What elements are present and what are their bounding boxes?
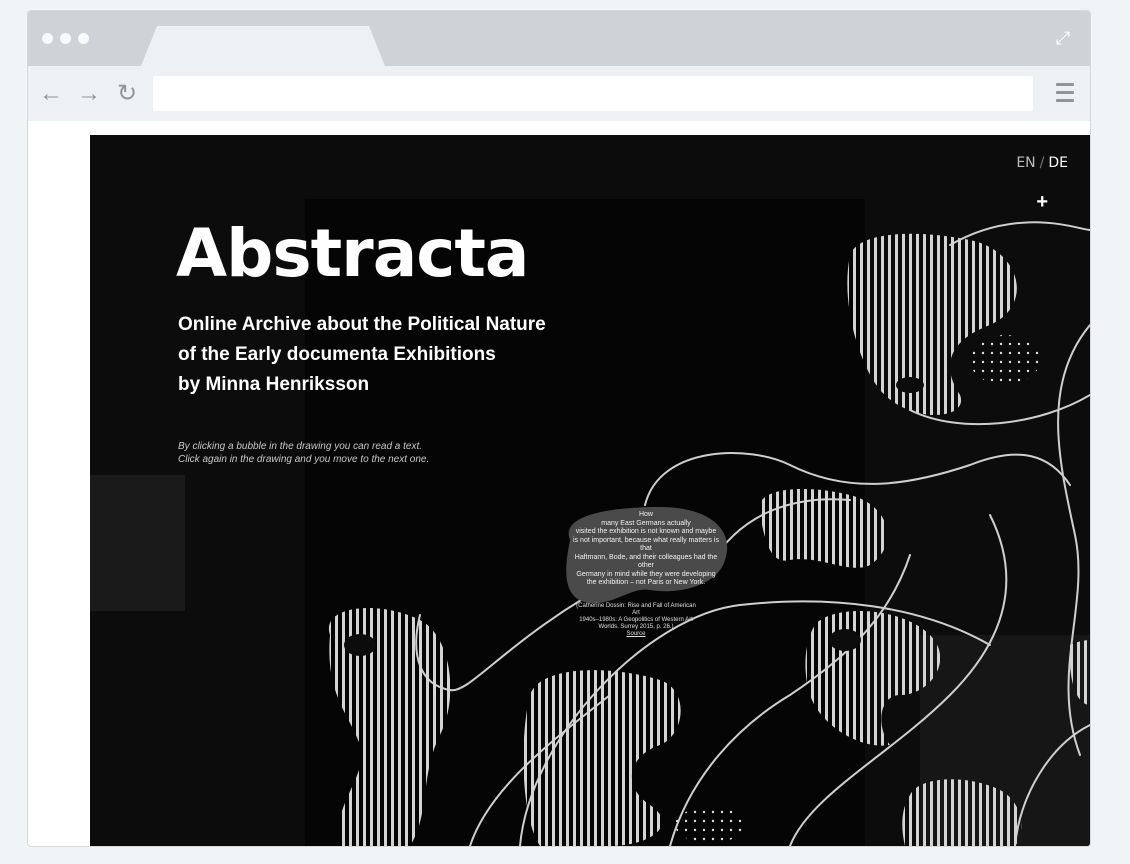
quote-line: the exhibition – not Paris or New York. <box>586 579 706 586</box>
dot-cluster-bottom <box>675 807 745 843</box>
citation-line: 1940s–1980s: A Geopolitics of Western Ar… <box>579 617 693 623</box>
language-switcher: EN / DE <box>1016 155 1068 171</box>
browser-tab[interactable] <box>141 26 385 66</box>
quote-line: Germany in mind while they were developi… <box>576 570 716 578</box>
address-bar[interactable] <box>153 76 1033 111</box>
bubble-top-right[interactable] <box>847 233 1017 415</box>
grey-panel <box>90 475 185 611</box>
subtitle-line: Online Archive about the Political Natur… <box>178 314 546 335</box>
browser-toolbar: ← → ↻ <box>28 66 1090 121</box>
dot-cluster <box>970 335 1040 385</box>
browser-window: ⤢ ← → ↻ EN / DE + Abstracta Online Archi… <box>27 10 1091 847</box>
tab-title <box>159 26 367 66</box>
instruction-line: Click again in the drawing and you move … <box>178 454 430 465</box>
subtitle-line: of the Early documenta Exhibitions <box>178 344 496 365</box>
reload-icon[interactable]: ↻ <box>112 79 142 109</box>
arrow-right-icon[interactable]: → <box>74 79 104 109</box>
quote-line: How <box>638 511 653 518</box>
lang-de-link[interactable]: DE <box>1048 155 1068 171</box>
lang-separator: / <box>1039 155 1045 171</box>
quote-line: many East Germans actually <box>601 519 691 527</box>
expand-icon[interactable]: ⤢ <box>1052 27 1074 49</box>
quote-line: visited the exhibition is not known and … <box>575 528 717 535</box>
window-controls <box>42 33 89 44</box>
window-minimize-dot[interactable] <box>60 33 71 44</box>
citation-line: Worlds. Surrey 2015, p. 26.) <box>598 624 674 630</box>
page-title: Abstracta <box>176 215 529 292</box>
bubble-quote: How many East Germans actually visited t… <box>568 511 724 588</box>
lang-en-link[interactable]: EN <box>1016 155 1035 171</box>
page-viewport: EN / DE + Abstracta Online Archive about t… <box>90 135 1090 846</box>
quote-line: is not important, because what really ma… <box>573 536 719 553</box>
window-zoom-dot[interactable] <box>78 33 89 44</box>
citation-line: (Catherine Dossin: Rise and Fall of Amer… <box>576 603 696 616</box>
instructions: By clicking a bubble in the drawing you … <box>178 440 429 466</box>
instruction-line: By clicking a bubble in the drawing you … <box>178 441 423 452</box>
hamburger-menu-icon[interactable] <box>1056 83 1074 107</box>
plus-icon[interactable]: + <box>1036 191 1048 214</box>
subtitle-line: by Minna Henriksson <box>178 374 370 395</box>
window-close-dot[interactable] <box>42 33 53 44</box>
page-subtitle: Online Archive about the Political Natur… <box>178 310 546 400</box>
bubble-middle-right[interactable] <box>758 489 888 568</box>
arrow-left-icon[interactable]: ← <box>36 79 66 109</box>
tab-bar: ⤢ <box>28 11 1090 66</box>
quote-line: Haftmann, Bode, and their colleagues had… <box>574 553 718 570</box>
bubble-citation: (Catherine Dossin: Rise and Fall of Amer… <box>574 603 698 638</box>
source-link[interactable]: Source <box>574 631 698 638</box>
